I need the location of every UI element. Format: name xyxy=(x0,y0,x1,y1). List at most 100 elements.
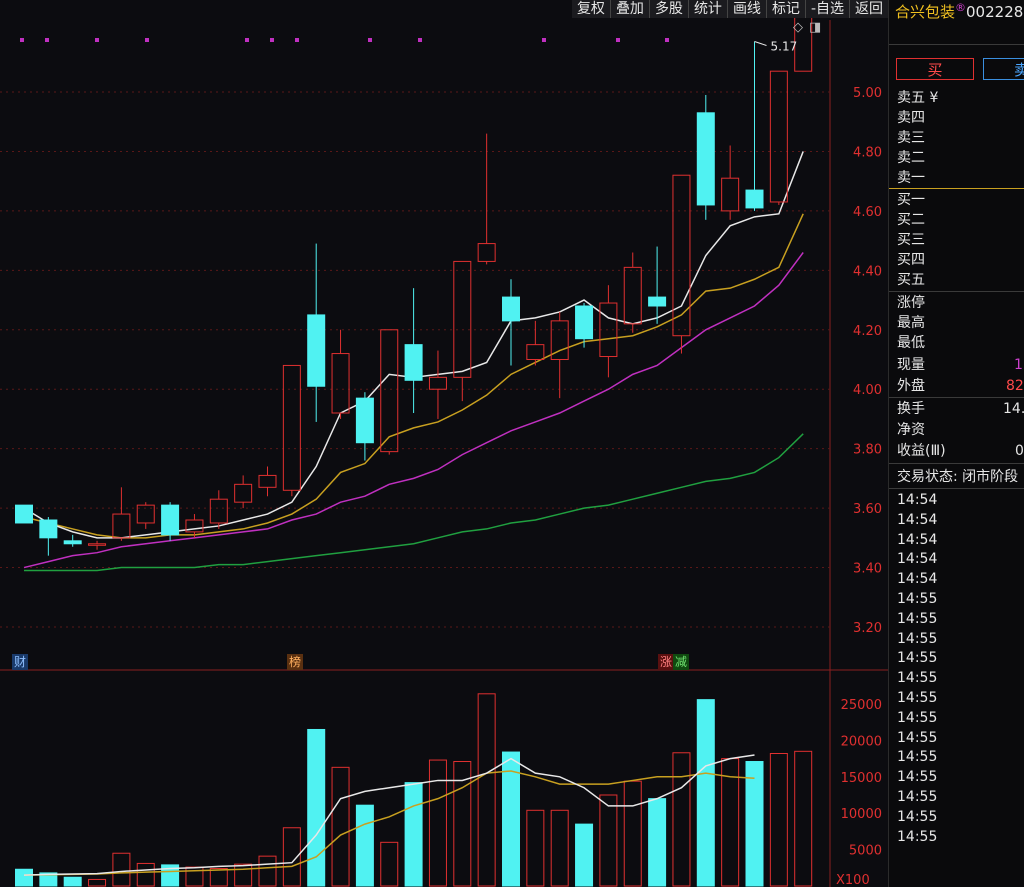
tick-time: 14:55 xyxy=(897,591,938,607)
toolbar-mark[interactable]: 标记 xyxy=(765,0,805,18)
volume-bar-down xyxy=(404,782,423,887)
candle-down xyxy=(502,296,520,322)
candle-up xyxy=(623,266,642,325)
candle-down xyxy=(161,504,180,536)
quote-panel: 合兴包装®002228 买 卖 卖五 ¥ 卖四 卖三 卖二 卖一 买一 买二 买… xyxy=(888,0,1024,887)
candle-up xyxy=(380,329,399,453)
event-dot xyxy=(542,38,546,42)
volume-now-label: 现量 xyxy=(897,357,925,373)
list-marker[interactable]: 榜 xyxy=(287,654,304,670)
tick-time: 14:55 xyxy=(897,769,938,786)
volume-tick-label: 15000 xyxy=(841,771,882,786)
candle-up xyxy=(477,243,496,262)
tick-time: 14:55 xyxy=(897,610,938,627)
finance-marker[interactable]: 财 xyxy=(12,654,29,670)
tick-time: 14:55 xyxy=(897,808,938,825)
volume-tick-label: 25000 xyxy=(841,698,882,713)
tick-time: 14:55 xyxy=(897,789,938,805)
ma60-line xyxy=(24,433,804,572)
sell-button[interactable]: 卖 xyxy=(983,58,1024,80)
reduce-marker[interactable]: 减 xyxy=(673,654,690,670)
candle-up xyxy=(599,302,618,358)
candle-up xyxy=(526,344,545,360)
buy1-label: 买一 xyxy=(897,192,925,208)
price-tick-label: 4.80 xyxy=(853,145,882,160)
buy5-label: 买五 xyxy=(897,272,925,288)
candle-up xyxy=(453,260,472,378)
toolbar-overlay[interactable]: 叠加 xyxy=(609,0,649,18)
tick-time: 14:55 xyxy=(897,650,938,667)
stock-title: 合兴包装®002228 xyxy=(895,1,1023,22)
volume-bar-down xyxy=(575,823,594,887)
toolbar-remove-watchlist[interactable]: -自选 xyxy=(804,0,849,18)
volume-bar-up xyxy=(136,862,155,887)
kline-chart[interactable]: 5.00 4.80 4.60 4.40 4.20 4.00 3.80 3.60 3.40 3.20… xyxy=(0,0,888,887)
volume-bar-down xyxy=(63,876,82,887)
tick-time: 14:54 xyxy=(897,511,938,528)
price-tick-label: 3.40 xyxy=(853,562,882,577)
up-marker[interactable]: 涨 xyxy=(658,654,675,670)
event-dot xyxy=(20,38,24,42)
toolbar-back[interactable]: 返回 xyxy=(849,0,888,18)
buy-button[interactable]: 买 xyxy=(896,58,974,80)
volume-bar-up xyxy=(428,759,447,887)
volume-bar-up xyxy=(258,855,277,887)
buy2-label: 买二 xyxy=(897,212,925,228)
candle-up xyxy=(209,498,228,524)
volume-bar-up xyxy=(380,841,399,887)
tick-time: 14:55 xyxy=(897,690,938,706)
sell1-label: 卖一 xyxy=(897,170,925,186)
candle-down xyxy=(696,112,715,206)
eps-label: 收益(Ⅲ) xyxy=(897,443,946,459)
price-tick-label: 4.20 xyxy=(853,324,882,339)
max-pointer xyxy=(754,40,767,46)
volume-bar-up xyxy=(794,750,813,887)
tick-time: 14:54 xyxy=(897,531,938,548)
candle-up xyxy=(88,543,107,546)
candle-up xyxy=(258,474,277,488)
volume-bar-up xyxy=(331,766,350,887)
candle-up xyxy=(282,364,301,491)
buy4-label: 买四 xyxy=(897,252,925,268)
turnover-label: 换手 xyxy=(897,401,925,417)
kline-chart-area[interactable]: 5.00 4.80 4.60 4.40 4.20 4.00 3.80 3.60 3.40 3.20… xyxy=(0,0,888,887)
volume-tick-label: 20000 xyxy=(841,734,882,749)
volume-bar-up xyxy=(623,780,642,887)
chart-toolbar: 复权 叠加 多股 统计 画线 标记 -自选 返回 xyxy=(571,0,888,18)
event-dot xyxy=(45,38,49,42)
price-tick-label: 5.00 xyxy=(853,86,882,101)
tick-time: 14:54 xyxy=(897,551,938,568)
price-tick-label: 4.40 xyxy=(853,264,882,279)
toolbar-multi-stock[interactable]: 多股 xyxy=(648,0,688,18)
toolbar-restore-rights[interactable]: 复权 xyxy=(572,0,610,18)
candle-up xyxy=(112,513,131,539)
price-tick-label: 3.80 xyxy=(853,443,882,458)
toolbar-statistics[interactable]: 统计 xyxy=(687,0,727,18)
price-tick-label: 3.20 xyxy=(853,621,882,636)
volume-bar-up xyxy=(477,693,496,887)
net-asset-label: 净资 xyxy=(897,422,925,438)
volume-bar-down xyxy=(307,728,326,887)
volume-unit-label: X100 xyxy=(836,873,870,887)
volume-bar-up xyxy=(234,863,253,887)
candle-up xyxy=(769,70,788,203)
volume-bar-up xyxy=(769,753,788,887)
diamond-icon[interactable]: ◇ xyxy=(793,20,803,35)
volume-ma5-line xyxy=(23,754,755,876)
max-price-label: 5.17 xyxy=(771,39,798,53)
sell2-label: 卖二 xyxy=(897,150,925,166)
panel-toggle-icon[interactable]: ◨ xyxy=(809,20,821,35)
candle-down xyxy=(307,314,326,387)
stock-badge: ® xyxy=(955,1,967,14)
volume-bar-down xyxy=(355,804,374,887)
trade-status: 交易状态: 闭市阶段 xyxy=(897,469,1019,485)
candle-up xyxy=(428,376,447,390)
low-label: 最低 xyxy=(897,335,925,351)
event-dot xyxy=(245,38,249,42)
event-dot xyxy=(270,38,274,42)
tick-time: 14:54 xyxy=(897,571,938,588)
candle-down xyxy=(15,504,33,524)
sell4-label: 卖四 xyxy=(897,110,925,126)
event-dot xyxy=(295,38,299,42)
toolbar-draw-line[interactable]: 画线 xyxy=(726,0,766,18)
